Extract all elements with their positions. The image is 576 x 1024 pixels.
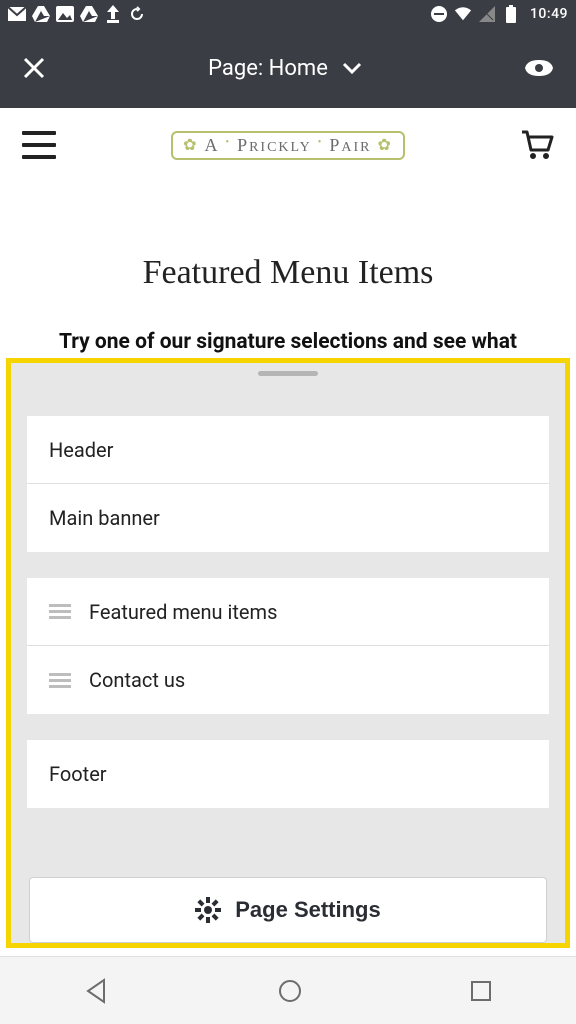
status-left-icons [8,5,146,23]
drive-icon [32,5,50,23]
logo-text: A [205,135,220,156]
dnd-icon [430,5,448,23]
site-logo[interactable]: ✿ A•PRICKLY•PAIR ✿ [171,131,405,160]
page-selector-label: Page: Home [208,56,328,81]
bee-icon-right: ✿ [377,135,392,155]
preview-icon[interactable] [524,58,554,78]
sync-icon [128,5,146,23]
section-label: Featured menu items [89,600,277,624]
page-preview: Featured Menu Items Try one of our signa… [0,182,576,354]
section-item-featured-menu[interactable]: Featured menu items [27,578,549,646]
page-settings-label: Page Settings [235,897,380,923]
sections-panel: Header Main banner Featured menu items C… [6,358,570,948]
close-icon[interactable] [22,56,46,80]
section-item-main-banner[interactable]: Main banner [27,484,549,552]
gear-icon [195,897,221,923]
upload-icon [104,5,122,23]
drive-icon-2 [80,5,98,23]
section-group-fixed-bottom: Footer [27,740,549,808]
site-header: ✿ A•PRICKLY•PAIR ✿ [0,108,576,182]
cart-icon[interactable] [520,130,554,160]
site-menu-button[interactable] [22,131,56,159]
android-status-bar: 10:49 [0,0,576,28]
page-tagline: Try one of our signature selections and … [0,330,576,354]
bee-icon-left: ✿ [183,135,198,155]
wifi-icon [454,5,472,23]
section-label: Footer [49,762,107,786]
section-group-movable: Featured menu items Contact us [27,578,549,714]
drag-handle[interactable] [258,371,318,376]
section-label: Header [49,438,113,462]
drag-grip-icon[interactable] [49,604,71,619]
back-icon[interactable] [84,978,110,1004]
page-settings-button[interactable]: Page Settings [29,877,547,943]
recents-icon[interactable] [470,980,492,1002]
android-nav-bar [0,956,576,1024]
signal-icon [478,5,496,23]
editor-app-bar: Page: Home [0,28,576,108]
battery-icon [502,5,520,23]
page-selector[interactable]: Page: Home [208,56,362,81]
gmail-icon [8,5,26,23]
section-item-header[interactable]: Header [27,416,549,484]
drag-grip-icon[interactable] [49,673,71,688]
section-label: Main banner [49,506,160,530]
status-time: 10:49 [530,6,568,22]
section-label: Contact us [89,668,185,692]
chevron-down-icon [342,62,362,74]
home-icon[interactable] [277,978,303,1004]
status-right-icons: 10:49 [430,5,568,23]
photos-icon [56,5,74,23]
section-item-footer[interactable]: Footer [27,740,549,808]
page-heading: Featured Menu Items [0,254,576,292]
section-group-fixed-top: Header Main banner [27,416,549,552]
section-item-contact-us[interactable]: Contact us [27,646,549,714]
